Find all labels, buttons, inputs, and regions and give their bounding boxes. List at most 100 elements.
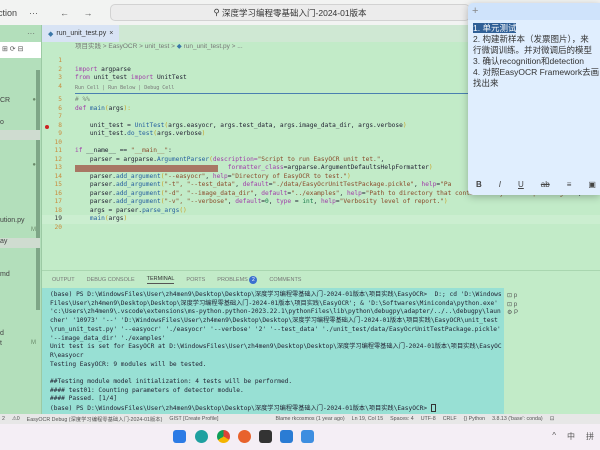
note-line: 行微调训练。并对微调后的模型	[473, 45, 593, 55]
status-item[interactable]: Blame rkcosmos (1 year ago)	[275, 416, 344, 422]
strikethrough-button[interactable]: ab	[541, 180, 550, 189]
notepad-icon[interactable]	[301, 430, 314, 443]
code-token: description=	[212, 155, 258, 163]
status-item[interactable]: GIST [Create Profile]	[169, 416, 218, 422]
code-token: parser = argparse.	[75, 155, 157, 163]
tab-ports[interactable]: PORTS	[186, 277, 205, 283]
ime-indicator[interactable]: 拼	[586, 431, 594, 442]
bold-button[interactable]: B	[476, 180, 482, 189]
line-number: 20	[54, 223, 62, 231]
vscode-icon[interactable]	[280, 430, 293, 443]
status-item[interactable]: Ln 19, Col 15	[352, 416, 384, 422]
code-token: ()	[179, 206, 187, 214]
image-button[interactable]: ▣	[588, 180, 596, 189]
file-item[interactable]: d	[0, 330, 40, 337]
line-number: 17	[54, 198, 62, 205]
tab-terminal[interactable]: TERMINAL	[146, 276, 175, 284]
breadcrumb-item[interactable]: EasyOCR	[108, 43, 137, 50]
status-item[interactable]: ⊡	[550, 416, 554, 422]
tab-output[interactable]: OUTPUT	[52, 277, 75, 283]
terminal-line: ##Testing module model initialization: 4…	[50, 378, 293, 386]
note-line: 4. 对照EasyOCR Framework去画	[473, 67, 600, 77]
explorer-toolbar[interactable]: ⊞ ⟳ ⊟	[0, 42, 41, 58]
tab-problems[interactable]: PROBLEMS 2	[217, 275, 258, 284]
code-token: import	[75, 65, 98, 73]
code-token: ArgumentParser	[156, 155, 210, 163]
chrome-icon[interactable]	[217, 430, 230, 443]
line-number: 11	[54, 147, 62, 154]
code-token: default	[261, 189, 288, 197]
system-tray: ^ 中 拼	[552, 431, 594, 442]
code-token: "Directory of EasyOCR to test."	[231, 172, 347, 180]
terminal-line: #### test01: Counting parameters of dete…	[50, 386, 244, 394]
status-item[interactable]: Spaces: 4	[390, 416, 414, 422]
terminal-instance[interactable]: ⊡ p	[507, 301, 600, 310]
code-token: import	[130, 74, 154, 81]
tab-debug-console[interactable]: DEBUG CONSOLE	[87, 277, 135, 283]
code-line[interactable]: 18 args = parser.parse_args()	[42, 207, 600, 216]
breadcrumb-item[interactable]: run_unit_test.py	[184, 43, 230, 50]
status-item[interactable]: EasyOCR Debug (深度学习编程零基础入门-2024-01版本)	[27, 415, 163, 423]
terminal[interactable]: (base) PS D:\WindowsFiles\User\zh4men9\D…	[42, 288, 504, 414]
code-token: "./data/EasyOcrUnitTestPackage.pickle"	[272, 181, 415, 188]
file-item[interactable]	[0, 130, 40, 140]
code-line[interactable]: 20	[42, 224, 600, 233]
breadcrumb-item[interactable]: ...	[237, 43, 242, 50]
terminal-line: (base) PS D:\WindowsFiles\User\zh4men9\D…	[50, 291, 505, 342]
terminal-instance[interactable]: ⚙ P	[507, 309, 600, 318]
terminal-line: #### Passed. [1/4]	[50, 395, 118, 403]
status-item[interactable]: {} Python	[464, 416, 486, 422]
tray-overflow[interactable]: ^	[552, 431, 556, 442]
code-line[interactable]: 19 main(args)	[42, 215, 600, 224]
breadcrumb-item[interactable]: 项目实践	[75, 43, 101, 50]
code-token: ,	[205, 172, 213, 180]
terminal-instance[interactable]: ⊡ p	[507, 292, 600, 301]
tab-comments[interactable]: COMMENTS	[269, 277, 301, 283]
windows-start-icon[interactable]	[173, 430, 186, 443]
code-token: default	[242, 181, 269, 188]
command-center-search[interactable]: ⚲ 深度学习编程零基础入门-2024-01版本	[110, 4, 470, 21]
file-mark: M	[31, 227, 36, 233]
sticky-notes-icon[interactable]	[259, 430, 272, 443]
file-item[interactable]: o	[0, 119, 40, 126]
file-item[interactable]: tM	[0, 340, 40, 347]
problems-badge: 2	[249, 275, 258, 284]
breadcrumb-item[interactable]: unit_test	[145, 43, 170, 50]
tab-run-unit-test[interactable]: ◆ run_unit_test.py ×	[42, 25, 120, 42]
code-token: from	[75, 74, 90, 81]
line-number: 6	[58, 104, 62, 112]
breadcrumb: 项目实践 > EasyOCR > unit_test > ◆ run_unit_…	[42, 42, 468, 52]
status-item[interactable]: 3.8.13 ('base': conda)	[492, 416, 543, 422]
more-button[interactable]: ···	[29, 8, 38, 18]
code-token: "__main__"	[130, 147, 169, 154]
italic-button[interactable]: I	[499, 180, 501, 189]
close-icon[interactable]: ×	[109, 30, 113, 37]
code-token: # %%	[75, 96, 90, 103]
list-button[interactable]: ≡	[567, 180, 572, 189]
file-item[interactable]: ay	[0, 238, 40, 248]
code-token: ,	[235, 181, 243, 188]
status-item[interactable]: UTF-8	[421, 416, 436, 422]
underline-button[interactable]: U	[518, 180, 524, 189]
code-token: "Script to run EasyOCR unit tet."	[257, 155, 381, 163]
file-item[interactable]: ution.py	[0, 217, 40, 224]
terminal-cursor	[430, 404, 436, 413]
input-mode[interactable]: 中	[567, 431, 575, 442]
note-body[interactable]: 1. 单元测试 2. 构建新样本（发票图片），来 行微调训练。并对微调后的模型 …	[468, 20, 600, 89]
add-note-button[interactable]: +	[468, 3, 600, 20]
edge-icon[interactable]	[195, 430, 208, 443]
status-bar: 2 ⚠0 EasyOCR Debug (深度学习编程零基础入门-2024-01版本)…	[0, 414, 600, 424]
explorer-more[interactable]: ···	[0, 25, 41, 42]
status-item[interactable]: CRLF	[443, 416, 457, 422]
code-text: from unit_test import UnitTest	[75, 74, 187, 83]
file-item[interactable]: md	[0, 271, 40, 278]
firefox-icon[interactable]	[238, 430, 251, 443]
code-token: ,	[313, 198, 321, 205]
python-icon: ◆	[176, 43, 182, 50]
code-line[interactable]: 17 parser.add_argument("-v", "--verbose"…	[42, 198, 600, 207]
status-item[interactable]: ⚠0	[12, 416, 20, 422]
nav-buttons[interactable]: ← →	[60, 8, 99, 18]
file-item[interactable]: CR ●	[0, 97, 40, 104]
status-item[interactable]: 2	[2, 416, 5, 422]
code-text: parser.add_argument("-t", "--test_data",…	[75, 181, 451, 190]
